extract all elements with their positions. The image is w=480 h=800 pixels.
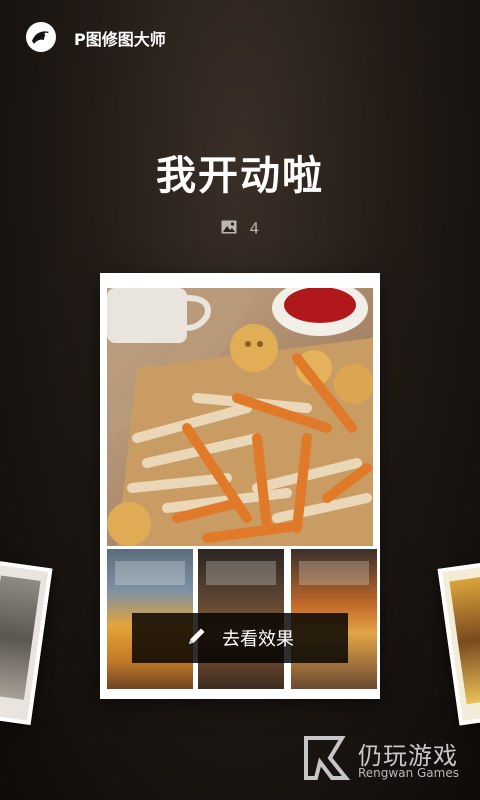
app-logo-icon[interactable] [26, 22, 56, 52]
photo-count: 4 [0, 219, 480, 238]
pencil-icon [186, 625, 208, 652]
watermark: 仍玩游戏 Rengwan Games [302, 732, 472, 784]
image-icon [221, 220, 237, 238]
view-effect-label: 去看效果 [222, 629, 294, 650]
next-album-card[interactable] [437, 552, 480, 726]
app-title: P图修图大师 [74, 30, 166, 49]
view-effect-button[interactable]: 去看效果 [132, 613, 348, 663]
watermark-en: Rengwan Games [358, 766, 459, 780]
previous-album-card[interactable] [0, 552, 53, 726]
main-food-photo [107, 288, 373, 546]
photo-count-value: 4 [249, 219, 260, 238]
album-title: 我开动啦 [156, 153, 324, 199]
rengwan-logo-icon [304, 736, 351, 780]
header: P图修图大师 [0, 0, 480, 72]
